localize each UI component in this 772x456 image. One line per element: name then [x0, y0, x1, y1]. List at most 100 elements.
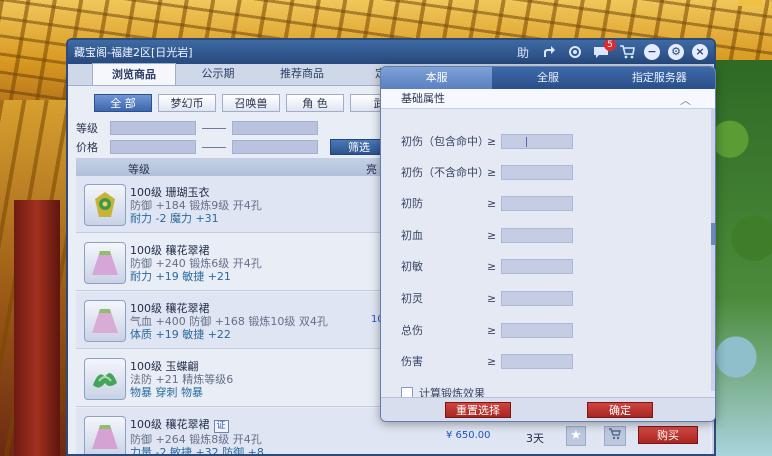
tab-recommended[interactable]: 推荐商品	[260, 63, 344, 85]
attr-input[interactable]	[501, 164, 573, 180]
attr-label: 初血	[401, 229, 423, 242]
server-tabs: 本服 全服 指定服务器	[381, 67, 715, 89]
tab-browse[interactable]: 浏览商品	[92, 63, 176, 85]
item-extra: 耐力 +19 敏捷 +21	[130, 270, 231, 283]
jade-icon	[84, 358, 126, 400]
settings-gear-icon[interactable]	[566, 43, 584, 61]
item-stats: 防御 +264 锻炼8级 开4孔	[130, 433, 262, 446]
close-icon[interactable]: ×	[692, 44, 708, 60]
tab-this-server[interactable]: 本服	[381, 67, 493, 89]
level-label: 等级	[76, 122, 98, 135]
range-dash	[202, 127, 226, 129]
red-pillar	[14, 200, 60, 456]
titlebar-icons: 助 5 − ⚙ ×	[514, 40, 708, 61]
gear-icon[interactable]: ⚙	[668, 44, 684, 60]
attr-input[interactable]	[501, 258, 573, 274]
tab-all-servers[interactable]: 全服	[492, 67, 603, 89]
price-max-input[interactable]	[232, 140, 318, 154]
price-label: 价格	[76, 141, 98, 154]
ge-symbol: ≥	[487, 259, 497, 273]
item-text: 100级 穰花翠裙证 防御 +264 锻炼8级 开4孔 力量 -2 敏捷 +32…	[130, 418, 264, 454]
category-character[interactable]: 角 色	[286, 94, 344, 112]
attr-label: 初灵	[401, 292, 423, 305]
attr-input[interactable]	[501, 322, 573, 338]
help-button[interactable]: 助	[514, 43, 532, 61]
attr-label: 初防	[401, 197, 423, 210]
tab-publicity[interactable]: 公示期	[176, 63, 260, 85]
ge-symbol: ≥	[487, 134, 497, 148]
minimize-icon[interactable]: −	[644, 44, 660, 60]
popup-footer: 重置选择 确定	[381, 397, 715, 421]
confirm-button[interactable]: 确定	[587, 402, 653, 418]
section-title: 基础属性	[401, 92, 445, 105]
level-max-input[interactable]	[232, 121, 318, 135]
range-dash	[202, 146, 226, 148]
ge-symbol: ≥	[487, 165, 497, 179]
attr-input[interactable]	[501, 353, 573, 369]
text-caret	[526, 136, 527, 147]
item-stats: 气血 +400 防御 +168 锻炼10级 双4孔	[130, 315, 328, 328]
share-icon[interactable]	[540, 43, 558, 61]
level-min-input[interactable]	[110, 121, 196, 135]
attr-input[interactable]	[501, 195, 573, 211]
attr-row: 初灵 ≥	[401, 290, 573, 306]
chevron-up-icon[interactable]: ︿	[680, 91, 691, 111]
item-text: 100级 穰花翠裙 防御 +240 锻炼6级 开4孔 耐力 +19 敏捷 +21	[130, 244, 262, 283]
attr-row: 初敏 ≥	[401, 258, 573, 274]
item-stats: 防御 +240 锻炼6级 开4孔	[130, 257, 262, 270]
category-all[interactable]: 全 部	[94, 94, 152, 112]
ge-symbol: ≥	[487, 228, 497, 242]
item-extra: 耐力 -2 魔力 +31	[130, 212, 219, 225]
attr-input[interactable]	[501, 133, 573, 149]
add-to-cart-icon[interactable]	[604, 426, 626, 446]
price-filter: 价格 筛选	[76, 139, 388, 155]
skirt-icon	[84, 300, 126, 342]
attr-row: 初伤（包含命中） ≥	[401, 133, 573, 149]
cart-icon[interactable]	[618, 43, 636, 61]
buy-button[interactable]: 购买	[638, 426, 698, 444]
popup-scrollbar[interactable]	[711, 109, 715, 391]
window-title: 藏宝阁-福建2区[日光岩]	[74, 46, 193, 59]
attr-input[interactable]	[501, 227, 573, 243]
item-text: 100级 穰花翠裙 气血 +400 防御 +168 锻炼10级 双4孔 体质 +…	[130, 302, 328, 341]
attr-row: 初血 ≥	[401, 227, 573, 243]
attr-label: 伤害	[401, 355, 423, 368]
skirt-icon	[84, 242, 126, 284]
item-name: 100级 穰花翠裙	[130, 244, 210, 257]
reset-button[interactable]: 重置选择	[445, 402, 511, 418]
category-row: 全 部 梦幻币 召唤兽 角 色 武	[94, 94, 408, 112]
armor-icon	[84, 184, 126, 226]
attr-label: 初敏	[401, 260, 423, 273]
item-stats: 防御 +184 锻炼9级 开4孔	[130, 199, 262, 212]
attr-input[interactable]	[501, 290, 573, 306]
item-text: 100级 玉蝶翩 法防 +21 精炼等级6 物暴 穿刺 物暴	[130, 360, 233, 399]
item-name: 100级 穰花翠裙证	[130, 418, 264, 433]
attr-label: 初伤（不含命中）	[401, 166, 489, 179]
attr-row: 伤害 ≥	[401, 353, 573, 369]
price-min-input[interactable]	[110, 140, 196, 154]
skirt-icon	[84, 416, 126, 454]
ge-symbol: ≥	[487, 323, 497, 337]
item-name: 100级 穰花翠裙	[130, 302, 210, 315]
item-days: 3天	[526, 432, 544, 445]
certified-tag: 证	[213, 420, 229, 433]
foliage	[712, 60, 772, 456]
popup-scroll-thumb[interactable]	[711, 223, 715, 245]
section-basic-attributes[interactable]: 基础属性 ︿	[381, 89, 715, 109]
attr-row: 初防 ≥	[401, 195, 573, 211]
attr-row: 总伤 ≥	[401, 322, 573, 338]
ge-symbol: ≥	[487, 291, 497, 305]
header-level: 等级	[128, 163, 150, 176]
favorite-star-icon[interactable]: ★	[566, 426, 586, 446]
corner-badge	[738, 0, 762, 6]
message-icon[interactable]: 5	[592, 40, 616, 61]
level-filter: 等级	[76, 120, 318, 136]
attr-row: 初伤（不含命中） ≥	[401, 164, 573, 180]
category-currency[interactable]: 梦幻币	[158, 94, 216, 112]
tab-specific-server[interactable]: 指定服务器	[604, 67, 715, 89]
category-pet[interactable]: 召唤兽	[222, 94, 280, 112]
item-text: 100级 珊瑚玉衣 防御 +184 锻炼9级 开4孔 耐力 -2 魔力 +31	[130, 186, 262, 225]
attribute-filter-popup: 本服 全服 指定服务器 基础属性 ︿ 初伤（包含命中） ≥ 初伤（不含命中） ≥…	[380, 66, 716, 422]
item-name: 100级 玉蝶翩	[130, 360, 199, 373]
item-name-text: 100级 穰花翠裙	[130, 418, 210, 431]
